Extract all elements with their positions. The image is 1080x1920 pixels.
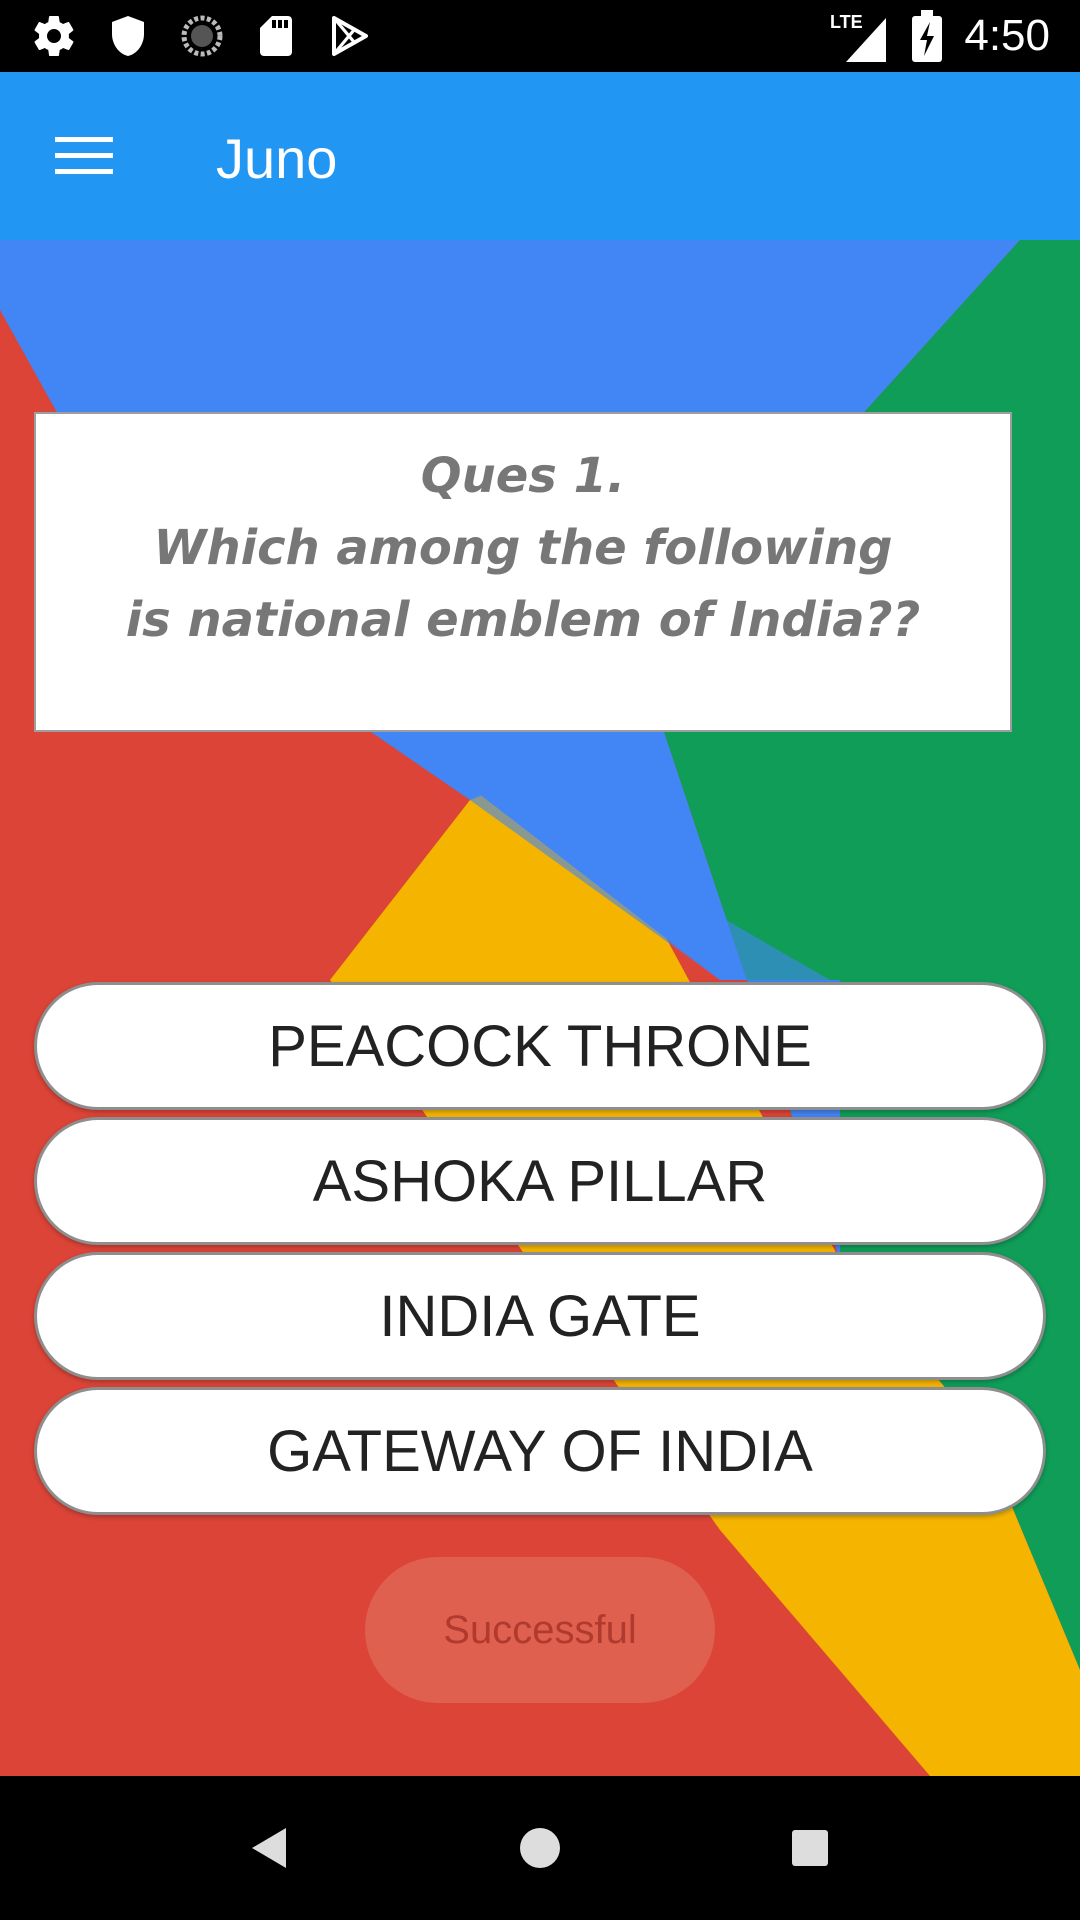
option-button-1[interactable]: PEACOCK THRONE (34, 982, 1046, 1110)
question-text-line-1: Which among the following (153, 520, 893, 576)
clock: 4:50 (964, 11, 1050, 60)
network-type-label: LTE (830, 12, 863, 32)
settings-icon (34, 16, 74, 57)
question-number: Ques 1. (420, 448, 626, 504)
system-navigation-bar (0, 1776, 1080, 1920)
status-notification-icons (30, 12, 374, 60)
recents-button[interactable] (774, 1812, 846, 1884)
option-button-2[interactable]: ASHOKA PILLAR (34, 1117, 1046, 1245)
question-card: Ques 1. Which among the following is nat… (34, 412, 1012, 732)
recents-icon (792, 1830, 828, 1866)
hamburger-menu-icon (55, 137, 113, 174)
quiz-screen: Ques 1. Which among the following is nat… (0, 240, 1080, 1776)
option-button-4[interactable]: GATEWAY OF INDIA (34, 1387, 1046, 1515)
app-title: Juno (216, 127, 338, 190)
option-button-3[interactable]: INDIA GATE (34, 1252, 1046, 1380)
home-button[interactable] (504, 1812, 576, 1884)
status-system-icons: LTE 4:50 (830, 10, 1050, 62)
result-status-button[interactable]: Successful (365, 1557, 715, 1703)
navigation-menu-button[interactable] (50, 122, 118, 190)
battery-charging-icon (912, 10, 943, 62)
sync-icon (181, 15, 223, 57)
question-text-line-2: is national emblem of India?? (125, 592, 921, 648)
app-bar: Juno (0, 72, 1080, 240)
shield-icon (112, 16, 144, 56)
home-icon (520, 1828, 560, 1868)
signal-icon: LTE (830, 12, 887, 62)
play-store-icon (332, 16, 368, 56)
status-bar: LTE 4:50 (0, 0, 1080, 72)
back-icon (252, 1828, 286, 1868)
back-button[interactable] (234, 1812, 306, 1884)
sd-card-icon (260, 16, 292, 56)
